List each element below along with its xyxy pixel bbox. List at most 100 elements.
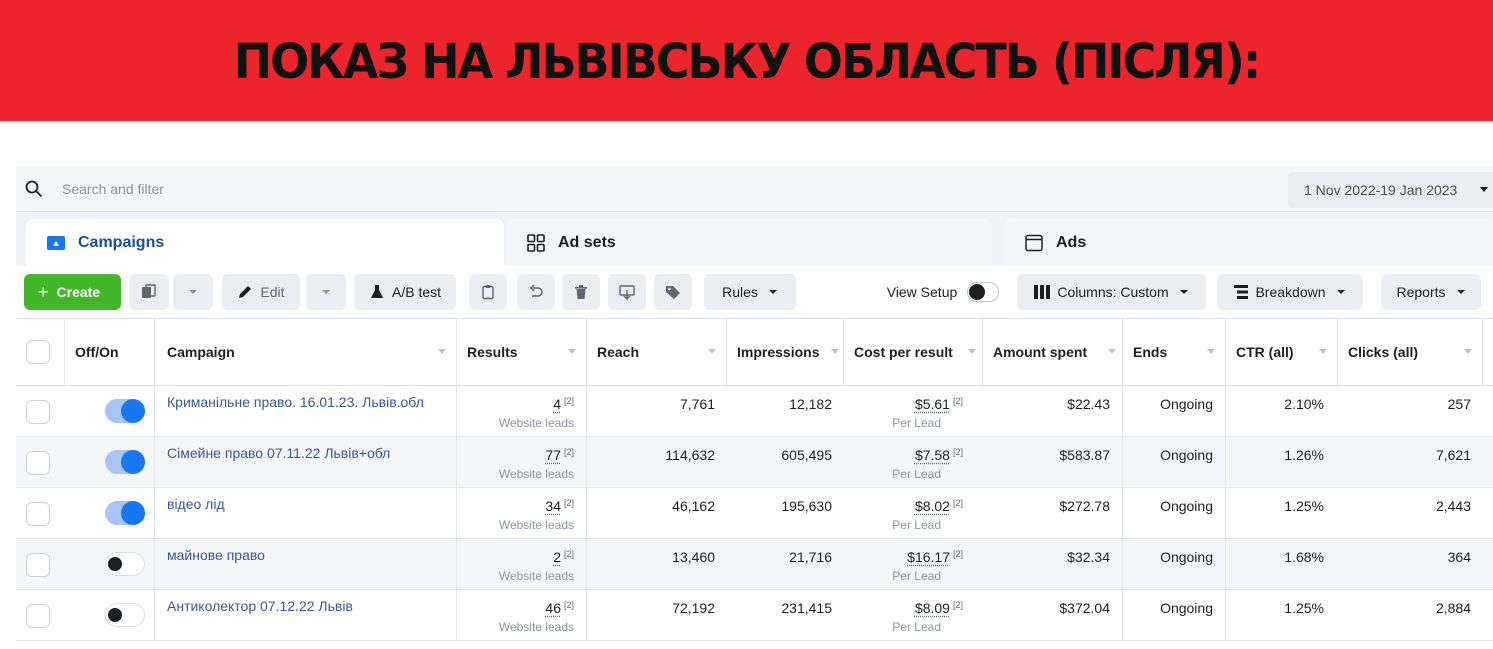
edit-dropdown-button[interactable] <box>306 274 346 310</box>
clipboard-button[interactable] <box>469 274 507 310</box>
edit-button[interactable]: Edit <box>222 274 300 310</box>
col-header-label: Cost per result <box>854 344 953 360</box>
col-header-label: Off/On <box>75 344 119 360</box>
campaign-name-link[interactable]: відео лід <box>155 488 456 512</box>
view-setup-toggle[interactable]: View Setup <box>878 274 1008 310</box>
row-checkbox[interactable] <box>26 604 50 628</box>
reach-cell: 7,761 <box>679 396 715 412</box>
rules-button[interactable]: Rules <box>704 274 796 310</box>
table-row[interactable]: Антиколектор 07.12.22 Львів 46 [2] Websit… <box>16 590 1493 641</box>
reach-cell: 114,632 <box>665 447 715 463</box>
cost-per-result-value[interactable]: $16.17 <box>907 549 950 565</box>
amount-spent-cell: $272.78 <box>983 488 1123 539</box>
select-all-cell <box>16 319 65 385</box>
date-range-picker[interactable]: 1 Nov 2022-19 Jan 2023 <box>1288 172 1493 208</box>
caret-down-icon <box>768 290 777 294</box>
row-checkbox[interactable] <box>26 502 50 526</box>
cpr-ref: [2] <box>952 447 963 457</box>
results-ref: [2] <box>563 447 574 457</box>
campaign-name-link[interactable]: Сімейне право 07.11.22 Львів+обл <box>155 437 456 461</box>
cost-per-result-value[interactable]: $5.61 <box>915 396 950 412</box>
ab-test-label: A/B test <box>391 284 442 300</box>
campaign-on-off-toggle[interactable] <box>105 501 145 525</box>
duplicate-dropdown-button[interactable] <box>173 274 213 310</box>
cost-per-result-cell: $16.17 [2] Per Lead <box>844 539 983 590</box>
folder-icon <box>47 235 65 250</box>
export-button[interactable] <box>608 274 646 310</box>
undo-button[interactable] <box>517 274 555 310</box>
results-cell: 2 [2] Website leads <box>457 539 587 590</box>
table-row[interactable]: майнове право 2 [2] Website leads 13,460 … <box>16 539 1493 590</box>
breakdown-button[interactable]: Breakdown <box>1217 274 1363 310</box>
toggle-knob <box>121 501 145 525</box>
results-ref: [2] <box>563 600 574 610</box>
row-checkbox[interactable] <box>26 553 50 577</box>
cost-per-result-value[interactable]: $8.09 <box>915 600 950 616</box>
tag-button[interactable] <box>654 274 692 310</box>
sort-caret-icon <box>1207 349 1215 354</box>
col-header-amount-spent[interactable]: Amount spent <box>983 319 1123 385</box>
results-cell: 46 [2] Website leads <box>457 590 587 641</box>
col-header-ctr[interactable]: CTR (all) <box>1226 319 1338 385</box>
results-type: Website leads <box>498 467 574 481</box>
sort-caret-icon <box>831 349 839 354</box>
results-cell: 77 [2] Website leads <box>457 437 587 488</box>
col-header-impressions[interactable]: Impressions <box>727 319 844 385</box>
campaign-on-off-toggle[interactable] <box>105 399 145 423</box>
col-header-results[interactable]: Results <box>457 319 587 385</box>
col-header-cost-per-result[interactable]: Cost per result <box>844 319 983 385</box>
switch-knob <box>969 284 986 300</box>
col-header-reach[interactable]: Reach <box>587 319 727 385</box>
results-value[interactable]: 2 <box>553 549 561 565</box>
ends-cell: Ongoing <box>1123 386 1226 437</box>
campaign-on-off-toggle[interactable] <box>105 603 145 627</box>
reports-button[interactable]: Reports <box>1381 274 1481 310</box>
table-row[interactable]: відео лід 34 [2] Website leads 46,162 195… <box>16 488 1493 539</box>
reports-label: Reports <box>1396 284 1446 300</box>
results-ref: [2] <box>563 396 574 406</box>
tab-ad-sets[interactable]: Ad sets <box>506 219 992 266</box>
col-header-off-on[interactable]: Off/On <box>65 319 155 385</box>
results-value[interactable]: 4 <box>553 396 561 412</box>
results-value[interactable]: 34 <box>545 498 561 514</box>
ends-cell: Ongoing <box>1123 437 1226 488</box>
results-value[interactable]: 77 <box>545 447 561 463</box>
ctr-cell: 2.10% <box>1284 396 1324 412</box>
tab-campaigns[interactable]: Campaigns <box>26 219 504 266</box>
row-checkbox[interactable] <box>26 400 50 424</box>
select-all-checkbox[interactable] <box>26 340 50 364</box>
view-setup-switch[interactable] <box>967 282 1000 302</box>
sort-caret-icon <box>1464 349 1472 354</box>
results-value[interactable]: 46 <box>545 600 561 616</box>
banner-title: ПОКАЗ НА ЛЬВІВСЬКУ ОБЛАСТЬ (ПІСЛЯ): <box>233 32 1262 89</box>
cost-per-result-value[interactable]: $7.58 <box>915 447 950 463</box>
delete-button[interactable] <box>562 274 600 310</box>
table-row[interactable]: Криманільне право. 16.01.23. Львів.обл 4… <box>16 386 1493 437</box>
tab-ads[interactable]: Ads <box>1004 219 1493 266</box>
campaign-name-link[interactable]: Криманільне право. 16.01.23. Львів.обл <box>155 386 456 410</box>
search-input[interactable] <box>62 178 962 200</box>
edit-label: Edit <box>260 284 285 300</box>
pencil-icon <box>239 286 252 298</box>
results-type: Website leads <box>498 416 574 430</box>
columns-button[interactable]: Columns: Custom <box>1017 274 1206 310</box>
col-header-campaign[interactable]: Campaign <box>155 319 457 385</box>
create-button[interactable]: + Create <box>24 274 121 310</box>
clicks-cell: 7,621 <box>1435 447 1471 463</box>
row-checkbox[interactable] <box>26 451 50 475</box>
cost-per-result-value[interactable]: $8.02 <box>915 498 950 514</box>
campaign-name-link[interactable]: Антиколектор 07.12.22 Львів <box>155 590 456 614</box>
col-header-clicks[interactable]: Clicks (all) <box>1338 319 1483 385</box>
create-label: Create <box>56 284 101 300</box>
col-header-ends[interactable]: Ends <box>1123 319 1226 385</box>
campaign-cell: Сімейне право 07.11.22 Львів+обл <box>155 437 457 488</box>
duplicate-button[interactable] <box>129 274 169 310</box>
campaign-on-off-toggle[interactable] <box>105 450 145 474</box>
ab-test-button[interactable]: A/B test <box>354 274 456 310</box>
search-icon[interactable] <box>24 179 44 199</box>
table-row[interactable]: Сімейне право 07.11.22 Львів+обл 77 [2] W… <box>16 437 1493 488</box>
col-header-label: CTR (all) <box>1236 344 1294 360</box>
impressions-cell: 12,182 <box>789 396 832 412</box>
campaign-name-link[interactable]: майнове право <box>155 539 456 563</box>
campaign-on-off-toggle[interactable] <box>105 552 145 576</box>
